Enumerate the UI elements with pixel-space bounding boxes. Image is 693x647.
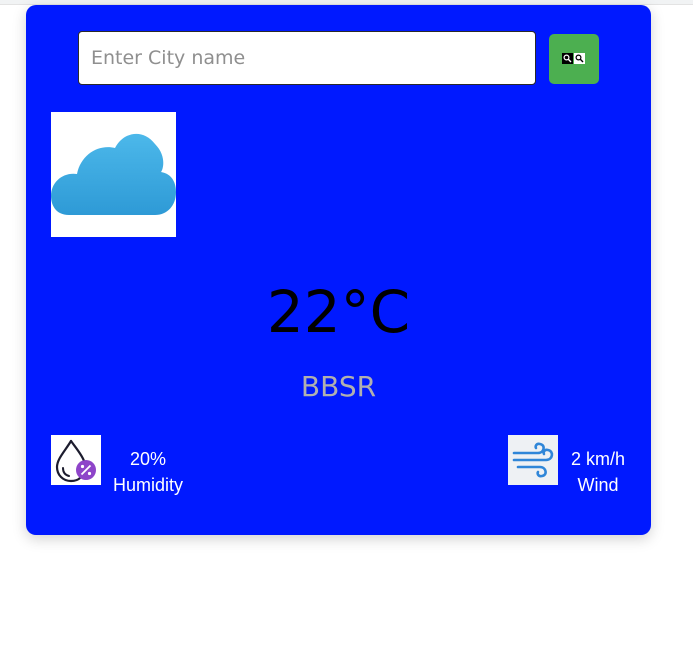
search-icon — [562, 53, 585, 64]
humidity-stat: 20% Humidity — [108, 446, 188, 498]
search-button[interactable] — [549, 34, 599, 84]
wind-label: Wind — [577, 475, 619, 495]
humidity-icon — [51, 435, 101, 485]
city-search-input[interactable] — [78, 31, 536, 85]
cloud-icon — [51, 133, 176, 215]
wind-stat: 2 km/h Wind — [563, 446, 633, 498]
city-name: BBSR — [300, 370, 377, 403]
humidity-label: Humidity — [112, 475, 183, 495]
temperature-value: 22°C — [266, 278, 411, 346]
wind-icon — [508, 435, 558, 485]
wind-value: 2 km/h — [570, 449, 626, 469]
humidity-value: 20% — [129, 449, 167, 469]
weather-condition-image — [51, 112, 176, 237]
weather-card: 22°C BBSR 20% Humidity 2 km/h Wind — [26, 5, 651, 535]
